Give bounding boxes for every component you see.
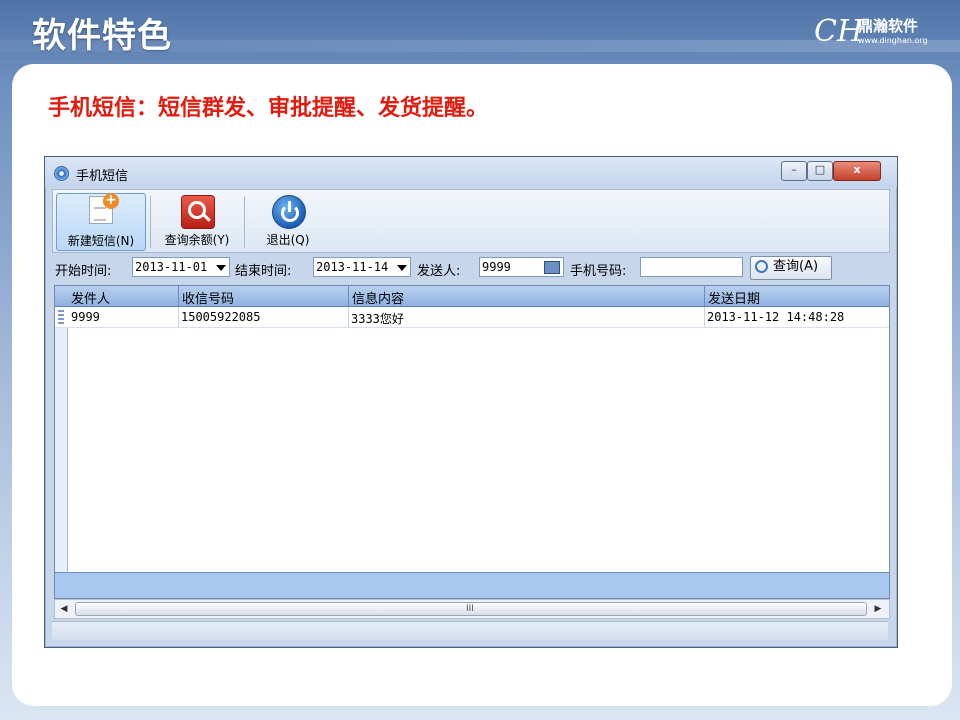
logo-text: 鼎瀚软件 bbox=[858, 17, 919, 35]
exit-label: 退出(Q) bbox=[266, 233, 310, 247]
query-balance-label: 查询余额(Y) bbox=[164, 233, 230, 247]
cell-divider bbox=[178, 307, 179, 327]
scroll-right-icon[interactable]: ▶ bbox=[871, 602, 885, 616]
window-title: 手机短信 bbox=[76, 169, 129, 184]
new-message-button[interactable]: + 新建短信(N) bbox=[56, 193, 146, 251]
new-message-icon: + bbox=[89, 193, 119, 224]
start-date-picker[interactable]: 2013-11-01 bbox=[132, 257, 230, 277]
grid-footer bbox=[55, 572, 889, 598]
status-bar bbox=[52, 621, 888, 640]
end-time-label: 结束时间: bbox=[235, 264, 292, 279]
column-divider bbox=[348, 286, 349, 306]
query-balance-button[interactable]: 查询余额(Y) bbox=[153, 193, 241, 249]
column-header-recipient[interactable]: 收信号码 bbox=[182, 288, 234, 307]
new-message-label: 新建短信(N) bbox=[67, 234, 135, 248]
toolbar-separator bbox=[150, 196, 151, 248]
query-button[interactable]: 查询(A) bbox=[750, 256, 832, 280]
close-button[interactable]: x bbox=[833, 161, 881, 181]
start-date-value: 2013-11-01 bbox=[135, 260, 208, 274]
exit-button[interactable]: 退出(Q) bbox=[244, 193, 332, 249]
column-header-sender[interactable]: 发件人 bbox=[71, 288, 110, 307]
column-divider bbox=[178, 286, 179, 306]
exit-icon bbox=[272, 195, 306, 229]
cell-divider bbox=[704, 307, 705, 327]
table-row[interactable]: 9999 15005922085 3333您好 2013-11-12 14:48… bbox=[55, 307, 889, 328]
chevron-down-icon bbox=[397, 265, 407, 271]
sender-value: 9999 bbox=[482, 260, 511, 274]
picker-icon[interactable] bbox=[544, 261, 560, 274]
phone-input[interactable] bbox=[640, 257, 743, 277]
cell-sender: 9999 bbox=[71, 310, 100, 324]
company-logo: CH 鼎瀚软件 www.dinghan.org bbox=[814, 12, 940, 52]
start-time-label: 开始时间: bbox=[55, 264, 112, 279]
cell-date: 2013-11-12 14:48:28 bbox=[707, 310, 845, 324]
sender-label: 发送人: bbox=[417, 264, 461, 279]
query-balance-icon bbox=[181, 195, 215, 229]
maximize-button[interactable]: □ bbox=[807, 161, 833, 181]
row-indicator-column bbox=[55, 286, 68, 598]
horizontal-scrollbar[interactable]: ◀ III ▶ bbox=[54, 599, 890, 619]
logo-mark: CH bbox=[814, 14, 864, 49]
query-button-label: 查询(A) bbox=[773, 259, 819, 274]
column-header-content[interactable]: 信息内容 bbox=[352, 288, 404, 307]
cell-recipient: 15005922085 bbox=[181, 310, 261, 324]
cell-content: 3333您好 bbox=[351, 312, 404, 326]
slide-header: 软件特色 CH 鼎瀚软件 www.dinghan.org bbox=[0, 0, 960, 64]
filter-bar: 开始时间: 2013-11-01 结束时间: 2013-11-14 发送人: 9… bbox=[52, 255, 888, 281]
logo-url: www.dinghan.org bbox=[858, 36, 928, 45]
slide-title: 软件特色 bbox=[32, 16, 172, 56]
sms-window: 手机短信 – □ x + 新建短信(N) 查询余额(Y) 退出(Q) 开始时间: bbox=[44, 156, 898, 648]
end-date-picker[interactable]: 2013-11-14 bbox=[313, 257, 411, 277]
sender-field[interactable]: 9999 bbox=[479, 257, 564, 277]
toolbar: + 新建短信(N) 查询余额(Y) 退出(Q) bbox=[52, 189, 890, 253]
minimize-button[interactable]: – bbox=[781, 161, 807, 181]
phone-label: 手机号码: bbox=[570, 264, 627, 279]
feature-headline: 手机短信：短信群发、审批提醒、发货提醒。 bbox=[48, 96, 489, 121]
search-icon bbox=[755, 260, 768, 273]
row-marker bbox=[58, 310, 64, 324]
column-header-date[interactable]: 发送日期 bbox=[708, 288, 760, 307]
scroll-left-icon[interactable]: ◀ bbox=[57, 602, 71, 616]
message-grid: 发件人 收信号码 信息内容 发送日期 9999 15005922085 3333… bbox=[54, 285, 890, 599]
scrollbar-grip: III bbox=[466, 604, 474, 614]
scrollbar-thumb[interactable]: III bbox=[75, 602, 867, 616]
column-divider bbox=[704, 286, 705, 306]
app-icon bbox=[54, 166, 69, 181]
window-titlebar[interactable]: 手机短信 – □ x bbox=[45, 157, 897, 187]
end-date-value: 2013-11-14 bbox=[316, 260, 389, 274]
cell-divider bbox=[348, 307, 349, 327]
grid-header: 发件人 收信号码 信息内容 发送日期 bbox=[55, 286, 889, 307]
chevron-down-icon bbox=[216, 265, 226, 271]
